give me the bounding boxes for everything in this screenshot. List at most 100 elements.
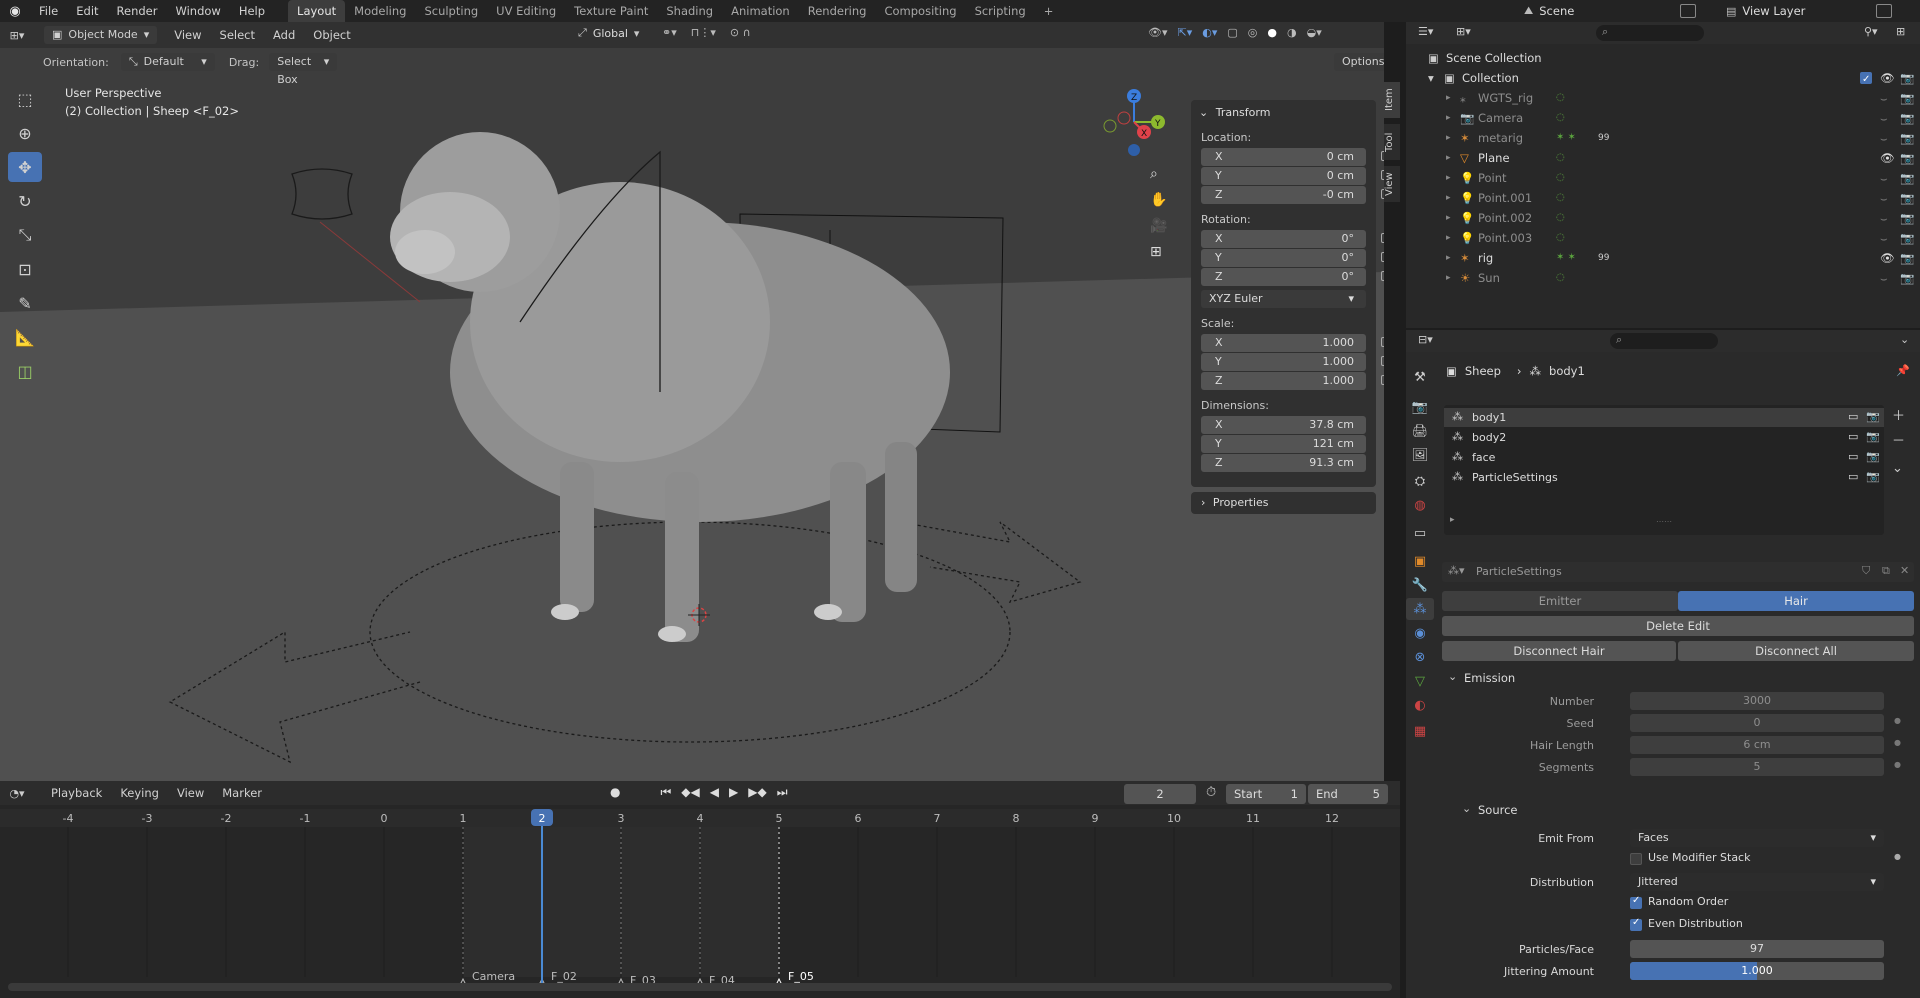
editor-type-icon[interactable]: ⊟▾ <box>1418 333 1433 346</box>
tool-tab-icon[interactable]: ⚒ <box>1406 366 1434 388</box>
particles-tab-icon[interactable]: ⁂ <box>1406 598 1434 620</box>
cursor-tool-icon[interactable]: ⊕ <box>8 118 42 148</box>
eye-closed-icon[interactable]: ⌣ <box>1880 168 1888 188</box>
delete-edit-button[interactable]: Delete Edit <box>1442 616 1914 636</box>
timeline-menu-playback[interactable]: Playback <box>42 782 111 804</box>
chevron-right-icon[interactable]: ▸ <box>1446 148 1451 168</box>
chevron-right-icon[interactable]: ▸ <box>1446 228 1451 248</box>
play-reverse-icon[interactable]: ◀ <box>710 785 719 800</box>
fake-user-shield-icon[interactable]: ⛉ <box>1862 564 1870 578</box>
scale-y-field[interactable]: Y 1.000 <box>1201 353 1384 371</box>
prev-keyframe-icon[interactable]: ◆◀ <box>681 785 699 800</box>
chevron-down-icon[interactable]: ⌄ <box>1900 333 1909 346</box>
outliner-item[interactable]: ▸ ▽ Plane ◌ 👁 📷 <box>1406 148 1920 168</box>
outliner-item[interactable]: ▸ 💡 Point.003 ◌ ⌣ 📷 <box>1406 228 1920 248</box>
record-icon[interactable]: ● <box>610 785 620 800</box>
object-data-icon[interactable]: ◌ <box>1556 188 1565 208</box>
collection-row[interactable]: ▾ ▣ Collection 👁 📷 <box>1406 68 1920 90</box>
timeline-menu-marker[interactable]: Marker <box>213 782 271 804</box>
render-camera-icon[interactable]: 📷 <box>1900 148 1914 168</box>
object-data-icon[interactable]: ◌ <box>1556 88 1565 108</box>
texture-tab-icon[interactable]: ▦ <box>1406 720 1434 742</box>
shading-rendered-icon[interactable]: ◒▾ <box>1307 26 1322 39</box>
play-icon[interactable]: ▶ <box>729 785 738 800</box>
eye-icon[interactable]: 👁 <box>1880 148 1895 168</box>
dimensions-z-field[interactable]: Z 91.3 cm <box>1201 454 1366 472</box>
tab-compositing[interactable]: Compositing <box>875 0 965 22</box>
render-tab-icon[interactable]: 📷 <box>1406 396 1434 418</box>
properties-panel-header[interactable]: › Properties <box>1191 492 1376 514</box>
shading-wireframe-icon[interactable]: ◎ <box>1248 26 1258 39</box>
ortho-grid-icon[interactable]: ⊞ <box>1150 244 1167 260</box>
timeline-scrollbar[interactable] <box>8 983 1392 991</box>
lock-icon[interactable] <box>1381 252 1384 262</box>
scale-tool-icon[interactable]: ⤡ <box>8 220 42 250</box>
eye-icon[interactable]: 👁 <box>1880 248 1895 268</box>
scene-collection-row[interactable]: ▣ Scene Collection <box>1406 48 1920 68</box>
annotate-tool-icon[interactable]: ✎ <box>8 288 42 318</box>
select-tool-icon[interactable]: ⬚ <box>8 84 42 114</box>
outliner-item[interactable]: ▸ 📷 Camera ◌ ⌣ 📷 <box>1406 108 1920 128</box>
end-frame-field[interactable]: End 5 <box>1308 784 1388 804</box>
transform-panel-header[interactable]: ⌄ Transform <box>1199 106 1270 119</box>
properties-search-input[interactable]: ⌕ <box>1610 333 1718 349</box>
keyframe-dot-icon[interactable]: ● <box>1894 760 1901 769</box>
outliner-item[interactable]: ▸ 💡 Point.001 ◌ ⌣ 📷 <box>1406 188 1920 208</box>
emission-field[interactable]: 5 <box>1630 758 1884 776</box>
eye-closed-icon[interactable]: ⌣ <box>1880 208 1888 228</box>
collection-tab-icon[interactable]: ▭ <box>1406 522 1434 544</box>
pin-icon[interactable]: 📌 <box>1896 364 1910 377</box>
menu-edit[interactable]: Edit <box>67 0 107 22</box>
editor-type-icon[interactable]: ☰▾ <box>1418 25 1433 38</box>
jump-end-icon[interactable]: ⏭ <box>777 785 788 800</box>
add-workspace-button[interactable]: + <box>1035 0 1063 22</box>
use-modifier-stack-checkbox[interactable] <box>1630 853 1642 865</box>
location-z-field[interactable]: Z -0 cm <box>1201 186 1384 204</box>
object-data-icon[interactable]: ◌ <box>1556 168 1565 188</box>
object-data-icon[interactable]: ◌ <box>1556 108 1565 128</box>
emit-from-dropdown[interactable]: Faces ▾ <box>1630 829 1884 847</box>
outliner-item[interactable]: ▸ 💡 Point ◌ ⌣ 📷 <box>1406 168 1920 188</box>
viewport-menu-add[interactable]: Add <box>264 24 304 46</box>
camera-view-icon[interactable]: 🎥 <box>1150 218 1167 234</box>
dimensions-x-field[interactable]: X 37.8 cm <box>1201 416 1366 434</box>
current-frame-field[interactable]: 2 <box>1124 784 1196 804</box>
scene-tab-icon[interactable]: ⛭ <box>1406 470 1434 492</box>
object-data-icon[interactable]: ✶ ✶ <box>1556 128 1576 148</box>
render-camera-icon[interactable]: 📷 <box>1900 228 1914 248</box>
particle-system-row[interactable]: ⁂ body2 ▭ 📷 <box>1444 428 1884 447</box>
particle-system-row[interactable]: ⁂ ParticleSettings ▭ 📷 <box>1444 468 1884 487</box>
specials-icon[interactable]: ⌄ <box>1892 461 1905 476</box>
render-camera-icon[interactable]: 📷 <box>1866 430 1880 443</box>
keyframe-dot-icon[interactable]: ● <box>1894 716 1901 725</box>
data-tab-icon[interactable]: ▽ <box>1406 670 1434 692</box>
display-mode-icon[interactable]: ⊞▾ <box>1456 25 1471 38</box>
outliner-item[interactable]: ▸ 💡 Point.002 ◌ ⌣ 📷 <box>1406 208 1920 228</box>
new-view-layer-icon[interactable] <box>1876 4 1892 18</box>
lock-icon[interactable] <box>1381 233 1384 243</box>
chevron-right-icon[interactable]: ▸ <box>1446 248 1451 268</box>
add-cube-tool-icon[interactable]: ◫ <box>8 356 42 386</box>
type-emitter-button[interactable]: Emitter <box>1442 591 1678 611</box>
lock-icon[interactable] <box>1381 356 1384 366</box>
eye-closed-icon[interactable]: ⌣ <box>1880 188 1888 208</box>
eye-closed-icon[interactable]: ⌣ <box>1880 88 1888 108</box>
eye-closed-icon[interactable]: ⌣ <box>1880 128 1888 148</box>
particles-face-field[interactable]: 97 <box>1630 940 1884 958</box>
options-button[interactable]: Options ▾ <box>1334 53 1384 71</box>
measure-tool-icon[interactable]: 📐 <box>8 322 42 352</box>
even-distribution-checkbox[interactable] <box>1630 917 1642 931</box>
3d-viewport[interactable]: ⊞▾ ▣ Object Mode ▾ View Select Add Objec… <box>0 22 1384 781</box>
render-camera-icon[interactable]: 📷 <box>1900 108 1914 128</box>
object-data-icon[interactable]: ✶ ✶ <box>1556 248 1576 268</box>
collection-exclude-checkbox[interactable] <box>1860 70 1872 90</box>
next-keyframe-icon[interactable]: ▶◆ <box>748 785 766 800</box>
emission-panel-header[interactable]: ⌄ Emission <box>1442 667 1914 689</box>
random-order-checkbox[interactable] <box>1630 895 1642 909</box>
eye-closed-icon[interactable]: ⌣ <box>1880 108 1888 128</box>
material-tab-icon[interactable]: ◐ <box>1406 694 1434 716</box>
particle-settings-selector[interactable]: ⁂▾ ParticleSettings ⛉ ⧉ ✕ <box>1442 562 1914 582</box>
start-frame-field[interactable]: Start 1 <box>1226 784 1306 804</box>
timeline-menu-keying[interactable]: Keying <box>111 782 168 804</box>
distribution-dropdown[interactable]: Jittered ▾ <box>1630 873 1884 891</box>
